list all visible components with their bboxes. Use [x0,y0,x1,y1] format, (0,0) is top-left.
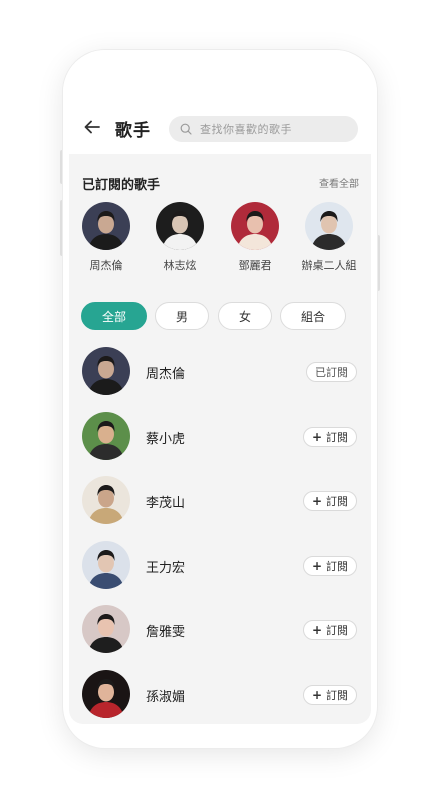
avatar-portrait [82,540,130,589]
avatar-portrait [82,669,130,718]
subscribe-button[interactable]: + 訂閱 [302,555,357,576]
top-bar: 歌手 查找你喜歡的歌手 [63,50,377,154]
avatar-portrait [82,605,130,653]
search-input[interactable]: 查找你喜歡的歌手 [169,116,358,142]
page-title: 歌手 [115,121,151,141]
subscribed-button[interactable]: 已訂閱 [306,362,357,382]
singer-name: 蔡小虎 [146,431,186,447]
singer-row[interactable]: 詹雅雯 + 訂閱 [69,600,371,664]
singer-row[interactable]: 李茂山 + 訂閱 [69,471,371,535]
content-area: 已訂閱的歌手 查看全部 周杰倫 林志炫 鄧麗君 辦桌二人組 全部男女組合 周杰倫 已訂閱… [69,154,371,724]
avatar-portrait [82,347,130,395]
singer-row[interactable]: 周杰倫 已訂閱 [69,342,371,406]
subscribe-button[interactable]: + 訂閱 [302,491,357,511]
singer-name: 林志炫 [163,259,197,272]
subscribed-singers-row: 周杰倫 林志炫 鄧麗君 辦桌二人組 [69,202,371,282]
avatar-portrait [82,476,130,524]
button-label: 訂閱 [326,624,348,637]
singer-row[interactable]: 蔡小虎 + 訂閱 [69,407,371,471]
singer-row[interactable]: 王力宏 + 訂閱 [69,536,371,600]
filter-chip[interactable]: 全部 [81,302,147,330]
button-label: 已訂閱 [315,366,348,379]
avatar-portrait [82,411,130,460]
back-arrow-icon[interactable] [83,118,101,136]
plus-icon: + [311,623,322,637]
subscribe-button[interactable]: + 訂閱 [302,426,357,447]
button-label: 訂閱 [326,688,348,702]
avatar [156,202,204,250]
singer-name: 詹雅雯 [146,625,186,640]
avatar [82,411,130,460]
filter-chip[interactable]: 男 [155,302,209,330]
avatar-portrait [156,202,204,250]
phone-frame: 歌手 查找你喜歡的歌手 已訂閱的歌手 查看全部 周杰倫 林志炫 鄧麗君 辦桌二人組 全… [63,50,377,748]
search-icon [180,123,192,135]
avatar [82,540,130,589]
singer-name: 鄧麗君 [238,259,272,272]
subscribe-button[interactable]: + 訂閱 [302,684,357,705]
button-label: 訂閱 [326,430,348,444]
singer-name: 孫淑媚 [146,689,186,705]
subscribed-section-title: 已訂閱的歌手 [82,178,161,193]
avatar [82,347,130,395]
singer-name: 周杰倫 [146,367,186,382]
plus-icon: + [311,494,322,508]
singer-name: 王力宏 [146,560,186,576]
avatar-portrait [82,202,130,250]
plus-icon: + [311,558,322,573]
avatar [82,669,130,718]
subscribed-singer-item[interactable]: 林志炫 [143,202,217,273]
singer-row[interactable]: 孫淑媚 + 訂閱 [69,665,371,725]
subscribed-singer-item[interactable]: 周杰倫 [69,202,143,273]
button-label: 訂閱 [326,495,348,508]
avatar [231,202,279,250]
button-label: 訂閱 [326,559,348,573]
singer-name: 李茂山 [146,496,186,511]
avatar [305,202,353,250]
avatar [82,476,130,524]
search-placeholder: 查找你喜歡的歌手 [200,123,292,136]
subscribe-button[interactable]: + 訂閱 [302,620,357,640]
singer-name: 辦桌二人組 [301,259,357,272]
subscribed-singer-item[interactable]: 鄧麗君 [218,202,292,273]
avatar [82,605,130,653]
singer-name: 周杰倫 [89,259,123,272]
avatar [82,202,130,250]
see-all-link[interactable]: 查看全部 [319,175,359,190]
subscribed-singer-item[interactable]: 辦桌二人組 [292,202,366,273]
filter-chip[interactable]: 女 [218,302,272,330]
avatar-portrait [231,202,279,250]
avatar-portrait [305,202,353,250]
filter-chip[interactable]: 組合 [280,302,346,330]
plus-icon: + [311,687,322,702]
plus-icon: + [311,429,322,444]
